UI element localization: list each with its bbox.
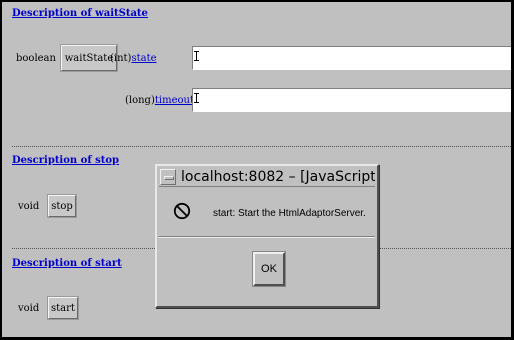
timeout-param-type: (long) — [125, 95, 155, 106]
state-param-label: (int)state — [110, 53, 157, 64]
waitstate-description-link[interactable]: Description of waitState — [12, 8, 148, 19]
state-param-link[interactable]: state — [131, 53, 156, 64]
stop-return-type: void — [18, 201, 40, 212]
timeout-input[interactable] — [192, 88, 511, 112]
window-menu-icon[interactable] — [160, 169, 176, 185]
stop-button[interactable]: stop — [48, 195, 76, 217]
start-description-link[interactable]: Description of start — [12, 258, 122, 269]
timeout-param-link[interactable]: timeout — [155, 95, 194, 106]
no-entry-icon — [173, 202, 191, 220]
dialog-message: start: Start the HtmlAdaptorServer. — [213, 208, 366, 219]
text-cursor-icon — [194, 51, 202, 61]
dialog-title-bar[interactable]: localhost:8082 – [JavaScript Application… — [159, 168, 375, 187]
waitstate-return-type: boolean — [16, 53, 56, 64]
start-button[interactable]: start — [48, 297, 78, 319]
state-param-type: (int) — [110, 53, 132, 64]
stop-description-link[interactable]: Description of stop — [12, 155, 119, 166]
start-return-type: void — [18, 303, 40, 314]
browser-content: Description of waitState boolean waitSta… — [2, 2, 511, 337]
ok-button[interactable]: OK — [252, 251, 286, 287]
javascript-alert-dialog: localhost:8082 – [JavaScript Application… — [155, 164, 379, 308]
section-divider — [12, 146, 511, 147]
dialog-title: localhost:8082 – [JavaScript Application… — [181, 169, 375, 185]
waitstate-button[interactable]: waitState — [61, 45, 117, 71]
text-cursor-icon — [194, 93, 202, 103]
dialog-divider — [159, 236, 375, 238]
state-input[interactable] — [192, 46, 511, 70]
timeout-param-label: (long)timeout — [125, 95, 194, 106]
